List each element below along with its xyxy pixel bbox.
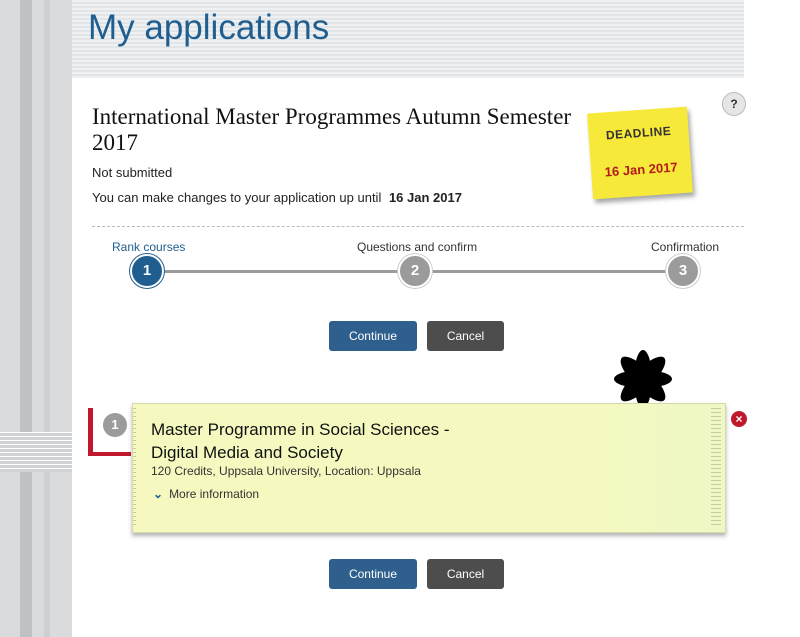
- card-left-perforation: [133, 408, 136, 528]
- application-status: Not submitted: [92, 165, 173, 180]
- more-information-label: More information: [169, 487, 260, 501]
- step-label-rank-courses: Rank courses: [112, 240, 186, 254]
- help-icon[interactable]: ?: [722, 92, 746, 116]
- course-meta: 120 Credits, Uppsala University, Locatio…: [151, 464, 421, 478]
- course-name-line2: Digital Media and Society: [151, 443, 343, 462]
- course-card[interactable]: Master Programme in Social Sciences - Di…: [132, 403, 726, 533]
- step-label-questions-confirm: Questions and confirm: [357, 240, 478, 254]
- left-stripe: [20, 0, 32, 637]
- step-circle-1: 1: [130, 254, 164, 288]
- page-title: My applications: [88, 8, 330, 47]
- left-stripe-thin: [44, 0, 50, 637]
- chevron-down-icon: ⌄: [153, 487, 164, 501]
- step-circle-2: 2: [398, 254, 432, 288]
- remove-course-icon[interactable]: ×: [731, 411, 747, 427]
- deadline-sticky-note: DEADLINE 16 Jan 2017: [587, 106, 693, 200]
- left-decoration: [0, 0, 72, 637]
- cancel-button-bottom[interactable]: Cancel: [427, 559, 504, 589]
- step-circle-3: 3: [666, 254, 700, 288]
- step-label-confirmation: Confirmation: [651, 240, 720, 254]
- changes-deadline-text: You can make changes to your application…: [92, 190, 462, 205]
- rank-number-badge: 1: [101, 411, 129, 439]
- cancel-button-top[interactable]: Cancel: [427, 321, 504, 351]
- course-name-line1: Master Programme in Social Sciences -: [151, 420, 450, 439]
- deadline-date: 16 Jan 2017: [604, 159, 679, 180]
- changes-text: You can make changes to your application…: [92, 190, 382, 205]
- application-title: International Master Programmes Autumn S…: [92, 104, 572, 155]
- continue-button-top[interactable]: Continue: [329, 321, 417, 351]
- card-drag-handle[interactable]: [711, 408, 721, 528]
- changes-date: 16 Jan 2017: [388, 190, 462, 205]
- course-name: Master Programme in Social Sciences - Di…: [151, 418, 511, 464]
- dashed-divider: [92, 226, 744, 227]
- deadline-label: DEADLINE: [605, 123, 672, 143]
- continue-button-bottom[interactable]: Continue: [329, 559, 417, 589]
- more-information-toggle[interactable]: ⌄ More information: [153, 487, 259, 501]
